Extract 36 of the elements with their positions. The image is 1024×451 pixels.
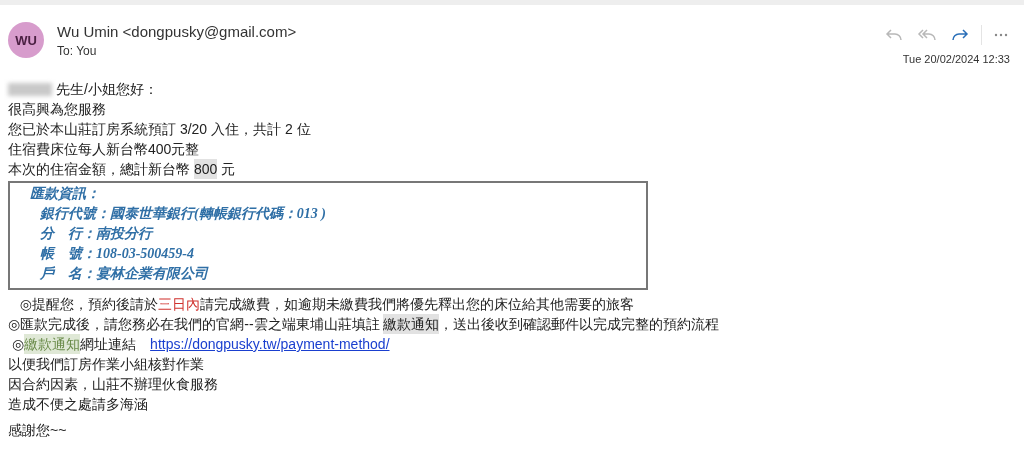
sender-name: Wu Umin <dongpusky@gmail.com> <box>57 22 298 40</box>
remittance-row-text: 銀行代號：國泰世華銀行(轉帳銀行代碼：013 ) <box>39 205 327 223</box>
redacted-name <box>8 82 52 96</box>
body-text: ◎ <box>10 335 25 354</box>
body-text: ◎匯款完成後，請您務必在我們的官網--雲之端東埔山莊填註 <box>8 315 381 334</box>
body-text: ◎提醒您，預約後請於 <box>18 295 158 314</box>
body-text: 很高興為您服務 <box>8 100 106 119</box>
sent-date: Tue 20/02/2024 12:33 <box>902 53 1010 65</box>
highlighted-text: 800 <box>193 159 218 179</box>
payment-link[interactable]: https://dongpusky.tw/payment-method/ <box>150 334 390 354</box>
body-text: 元 <box>220 160 236 179</box>
body-text: 請完成繳費，如逾期未繳費我們將優先釋出您的床位給其他需要的旅客 <box>199 295 634 314</box>
remittance-title: 匯款資訊： <box>30 185 101 203</box>
body-text: ，送出後收到確認郵件以完成完整的預約流程 <box>439 315 720 334</box>
body-text: 因合約因素，山莊不辦理伙食服務 <box>8 375 218 394</box>
closing-text: 感謝您~~ <box>8 421 68 440</box>
remittance-row-text: 戶 名：宴林企業有限公司 <box>39 265 210 283</box>
body-text: 您已於本山莊訂房系統預訂 3/20 入住，共計 2 位 <box>8 120 311 139</box>
highlighted-text: 繳款通知 <box>383 314 440 334</box>
reply-all-icon <box>917 28 937 42</box>
highlighted-text: 繳款通知 <box>24 334 81 354</box>
body-text: 住宿費床位每人新台幣400元整 <box>8 140 200 159</box>
remittance-row-text: 帳 號：108-03-500459-4 <box>39 245 195 263</box>
body-text: 本次的住宿金額，總計新台幣 <box>8 160 191 179</box>
body-text: 以便我們訂房作業小組核對作業 <box>8 355 204 374</box>
recipient-line: To: You <box>57 44 98 58</box>
greeting-text: 先生/小姐您好： <box>56 80 158 99</box>
more-button[interactable] <box>992 31 1010 39</box>
body-text: 造成不便之處請多海涵 <box>8 395 148 414</box>
reply-icon <box>885 28 903 42</box>
more-icon <box>994 33 1008 37</box>
deadline-text: 三日內 <box>157 295 200 314</box>
body-text: 網址連結 <box>80 335 138 354</box>
remittance-row-text: 分 行：南投分行 <box>39 225 155 243</box>
forward-icon <box>951 28 969 42</box>
sender-avatar: WU <box>8 22 44 58</box>
